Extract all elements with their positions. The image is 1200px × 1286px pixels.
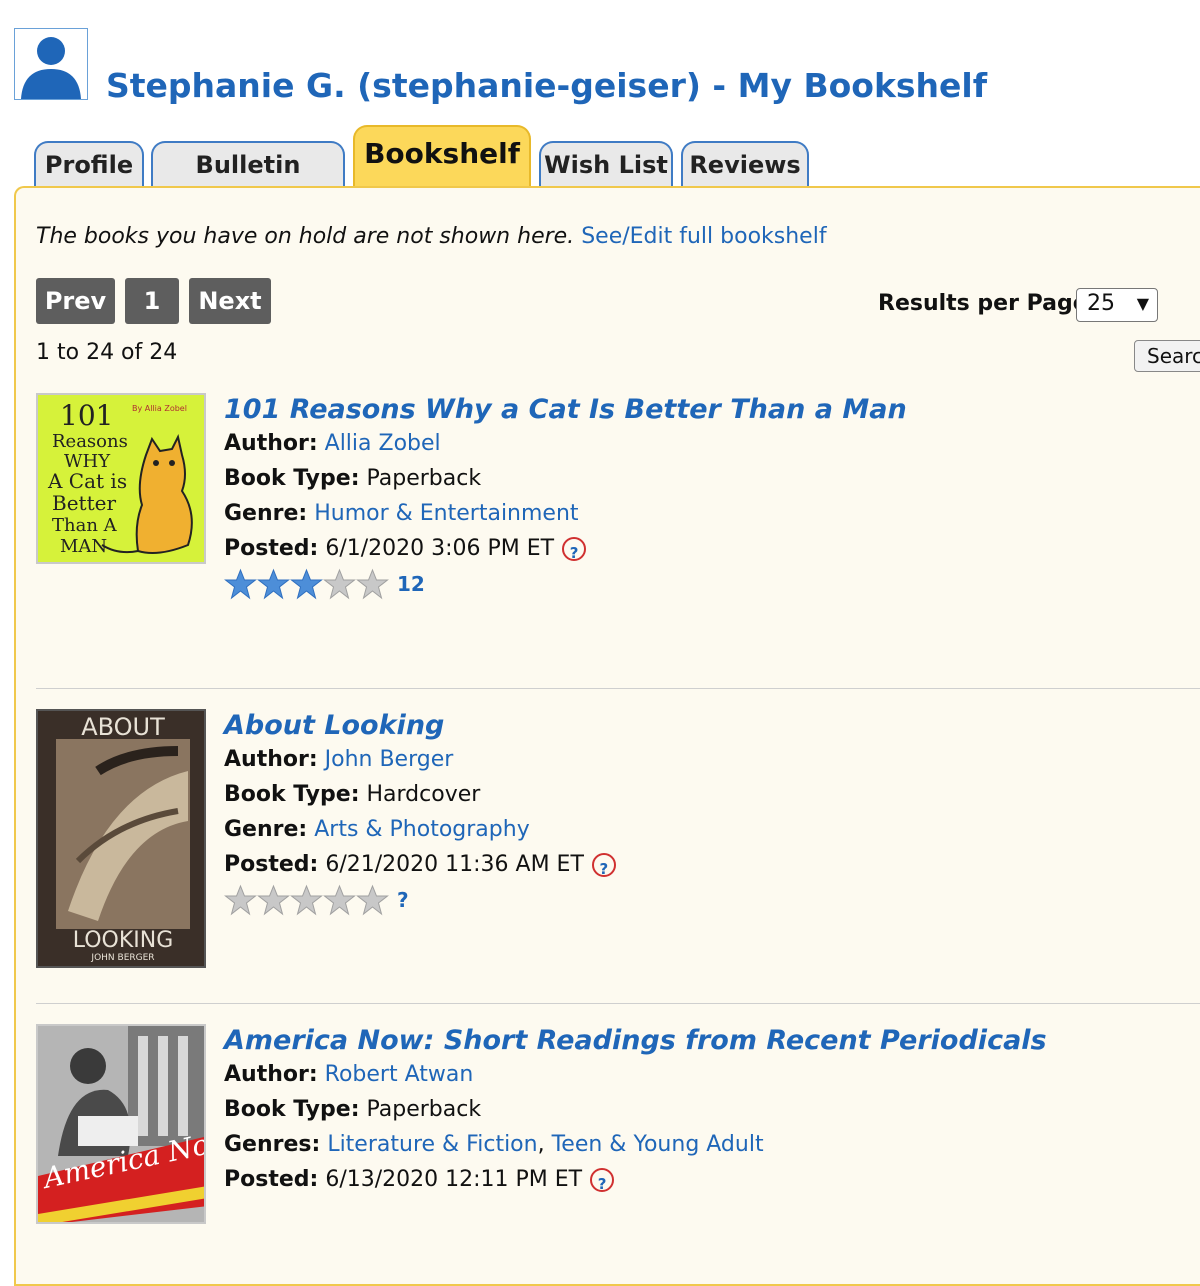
- page-1-button[interactable]: 1: [125, 278, 179, 324]
- results-per-page-select[interactable]: 25 ▼: [1076, 288, 1158, 322]
- cover-title-line: ABOUT: [81, 713, 165, 741]
- book-posted-row: Posted: 6/13/2020 12:11 PM ET?: [224, 1162, 1047, 1197]
- next-button[interactable]: Next: [189, 278, 271, 324]
- cover-author-line: By Allia Zobel: [132, 404, 187, 413]
- tab-bar: Profile Bulletin Board Bookshelf Wish Li…: [0, 0, 1200, 223]
- star-filled-icon[interactable]: [224, 568, 257, 600]
- star-filled-icon[interactable]: [257, 568, 290, 600]
- star-empty-icon[interactable]: [290, 884, 323, 916]
- tab-bulletin-board[interactable]: Bulletin Board: [151, 141, 345, 223]
- book-author-row: Author: Allia Zobel: [224, 426, 907, 461]
- hold-notice: The books you have on hold are not shown…: [36, 224, 827, 249]
- book-cover[interactable]: America Now: [36, 1024, 206, 1224]
- book-author-row: Author: Robert Atwan: [224, 1057, 1047, 1092]
- see-edit-bookshelf-link[interactable]: See/Edit full bookshelf: [581, 224, 826, 249]
- book-title-link[interactable]: 101 Reasons Why a Cat Is Better Than a M…: [224, 394, 907, 426]
- cover-title-line: Than A: [52, 515, 118, 536]
- book-type-row: Book Type: Hardcover: [224, 777, 616, 812]
- book-info: America Now: Short Readings from Recent …: [224, 1025, 1047, 1197]
- author-link[interactable]: Robert Atwan: [325, 1062, 474, 1087]
- book-posted-row: Posted: 6/1/2020 3:06 PM ET?: [224, 531, 907, 566]
- results-per-page-label: Results per Page:: [878, 291, 1097, 316]
- book-genre-row: Genres: Literature & Fiction, Teen & You…: [224, 1132, 764, 1157]
- book-title-link[interactable]: About Looking: [224, 710, 616, 742]
- search-button[interactable]: Search: [1134, 340, 1200, 372]
- star-empty-icon[interactable]: [323, 884, 356, 916]
- book-genre-row: Genre: Arts & Photography: [224, 812, 616, 847]
- hold-notice-text: The books you have on hold are not shown…: [36, 224, 575, 249]
- field-label: Genres:: [224, 1132, 321, 1157]
- star-empty-icon[interactable]: [356, 568, 389, 600]
- field-label: Author:: [224, 431, 318, 456]
- cover-title-line: A Cat is: [47, 469, 127, 493]
- rating-count[interactable]: 12: [397, 572, 425, 596]
- star-empty-icon[interactable]: [224, 884, 257, 916]
- genre-link[interactable]: Arts & Photography: [314, 817, 530, 842]
- field-label: Author:: [224, 747, 318, 772]
- star-empty-icon[interactable]: [356, 884, 389, 916]
- cover-title-line: Better: [52, 491, 116, 515]
- tab-bookshelf[interactable]: Bookshelf: [353, 125, 531, 191]
- cover-author-line: JOHN BERGER: [90, 953, 154, 963]
- field-label: Posted:: [224, 1167, 319, 1192]
- posted-date: 6/21/2020 11:36 AM ET: [325, 852, 584, 877]
- book-type-value: Paperback: [366, 466, 482, 491]
- rating-stars[interactable]: 12: [224, 568, 907, 604]
- posted-date: 6/1/2020 3:06 PM ET: [325, 536, 555, 561]
- book-info: 101 Reasons Why a Cat Is Better Than a M…: [224, 394, 907, 604]
- author-link[interactable]: John Berger: [325, 747, 454, 772]
- genre-link[interactable]: Literature & Fiction: [327, 1132, 537, 1157]
- field-label: Book Type:: [224, 782, 360, 807]
- posted-date: 6/13/2020 12:11 PM ET: [325, 1167, 583, 1192]
- cover-title-line: 101: [60, 399, 113, 432]
- author-link[interactable]: Allia Zobel: [325, 431, 441, 456]
- book-author-row: Author: John Berger: [224, 742, 616, 777]
- book-cover[interactable]: ABOUT LOOKING JOHN BERGER: [36, 709, 206, 968]
- book-type-value: Hardcover: [366, 782, 481, 807]
- rating-count[interactable]: ?: [397, 888, 409, 912]
- field-label: Posted:: [224, 536, 319, 561]
- book-info: About Looking Author: John Berger Book T…: [224, 710, 616, 920]
- book-posted-row: Posted: 6/21/2020 11:36 AM ET?: [224, 847, 616, 882]
- help-icon[interactable]: ?: [590, 1168, 615, 1193]
- result-range: 1 to 24 of 24: [36, 340, 178, 365]
- help-icon[interactable]: ?: [591, 853, 616, 878]
- star-filled-icon[interactable]: [290, 568, 323, 600]
- star-empty-icon[interactable]: [257, 884, 290, 916]
- cover-title-line: MAN: [60, 536, 107, 557]
- tab-wish-list[interactable]: Wish List: [539, 141, 673, 191]
- chevron-down-icon: ▼: [1136, 294, 1149, 313]
- field-label: Book Type:: [224, 1097, 360, 1122]
- help-icon[interactable]: ?: [562, 537, 587, 562]
- results-per-page-value: 25: [1087, 291, 1115, 316]
- star-empty-icon[interactable]: [323, 568, 356, 600]
- field-label: Genre:: [224, 817, 308, 842]
- book-genre-row: Genre: Humor & Entertainment: [224, 496, 907, 531]
- genre-link[interactable]: Teen & Young Adult: [552, 1132, 764, 1157]
- cover-title-line: LOOKING: [73, 928, 174, 953]
- prev-button[interactable]: Prev: [36, 278, 115, 324]
- field-label: Author:: [224, 1062, 318, 1087]
- book-title-link[interactable]: America Now: Short Readings from Recent …: [224, 1025, 1047, 1057]
- book-type-row: Book Type: Paperback: [224, 1092, 1047, 1127]
- tab-reviews[interactable]: Reviews: [681, 141, 809, 191]
- tab-profile[interactable]: Profile: [34, 141, 144, 191]
- rating-stars[interactable]: ?: [224, 884, 616, 920]
- field-label: Genre:: [224, 501, 308, 526]
- book-type-row: Book Type: Paperback: [224, 461, 907, 496]
- field-label: Book Type:: [224, 466, 360, 491]
- field-label: Posted:: [224, 852, 319, 877]
- book-type-value: Paperback: [366, 1097, 482, 1122]
- cover-title-line: Reasons: [52, 431, 128, 452]
- book-cover[interactable]: 101 Reasons WHY A Cat is Better Than A M…: [36, 393, 206, 564]
- genre-link[interactable]: Humor & Entertainment: [314, 501, 578, 526]
